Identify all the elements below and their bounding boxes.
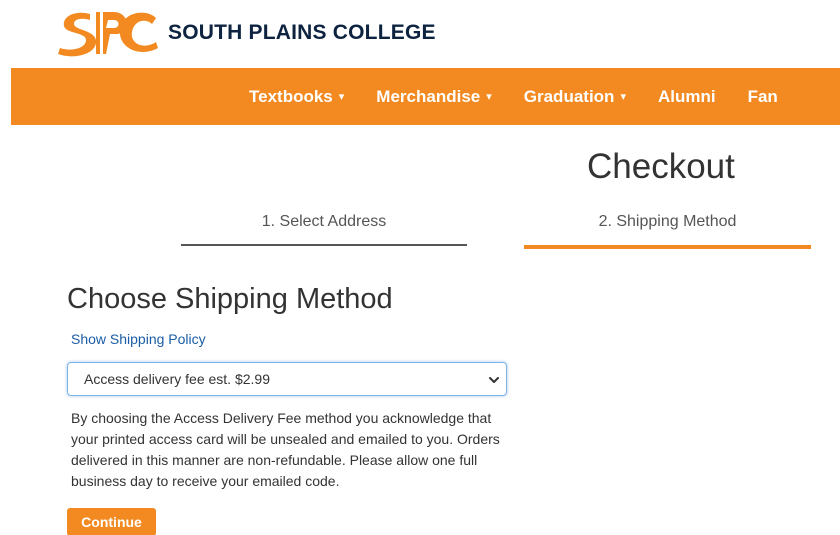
nav-item-label: Alumni [657,86,716,106]
chevron-down-icon [489,377,499,383]
shipping-policy-link[interactable]: Show Shipping Policy [71,331,206,347]
main-nav: Textbooks ▾ Merchandise ▾ Graduation ▾ A… [11,68,840,125]
page-title: Checkout [587,147,735,186]
section-title: Choose Shipping Method [67,283,393,315]
step-select-address[interactable]: 1. Select Address [181,213,467,231]
nav-item-merchandise[interactable]: Merchandise ▾ [376,87,491,107]
nav-item-alumni[interactable]: Alumni [658,87,716,107]
nav-items: Textbooks ▾ Merchandise ▾ Graduation ▾ A… [249,68,778,125]
step-shipping-method[interactable]: 2. Shipping Method [524,213,811,231]
nav-item-label: Graduation [523,86,615,106]
caret-down-icon: ▾ [338,91,345,103]
nav-item-label: Merchandise [376,86,481,106]
step-divider-active [524,245,811,249]
home-logo-link[interactable]: SOUTH PLAINS COLLEGE [56,8,436,58]
shipping-description: By choosing the Access Delivery Fee meth… [71,410,500,489]
caret-down-icon: ▾ [620,91,626,103]
nav-item-graduation[interactable]: Graduation ▾ [524,87,626,107]
page: SOUTH PLAINS COLLEGE Textbooks ▾ Merchan… [0,0,840,535]
step-divider-inactive [181,244,467,246]
nav-item-label: Textbooks [249,86,333,106]
brand-name: SOUTH PLAINS COLLEGE [168,21,436,44]
continue-button[interactable]: Continue [67,508,156,535]
selected-option: Access delivery fee est. $2.99 [84,371,270,387]
spc-logo-icon [58,12,158,57]
caret-down-icon: ▾ [486,91,492,103]
shipping-method-select[interactable]: Access delivery fee est. $2.99 [67,362,507,396]
site-header: SOUTH PLAINS COLLEGE [0,0,840,68]
nav-item-textbooks[interactable]: Textbooks ▾ [249,87,344,107]
nav-item-label: Fan [747,86,778,106]
nav-item-fan[interactable]: Fan [748,87,778,107]
